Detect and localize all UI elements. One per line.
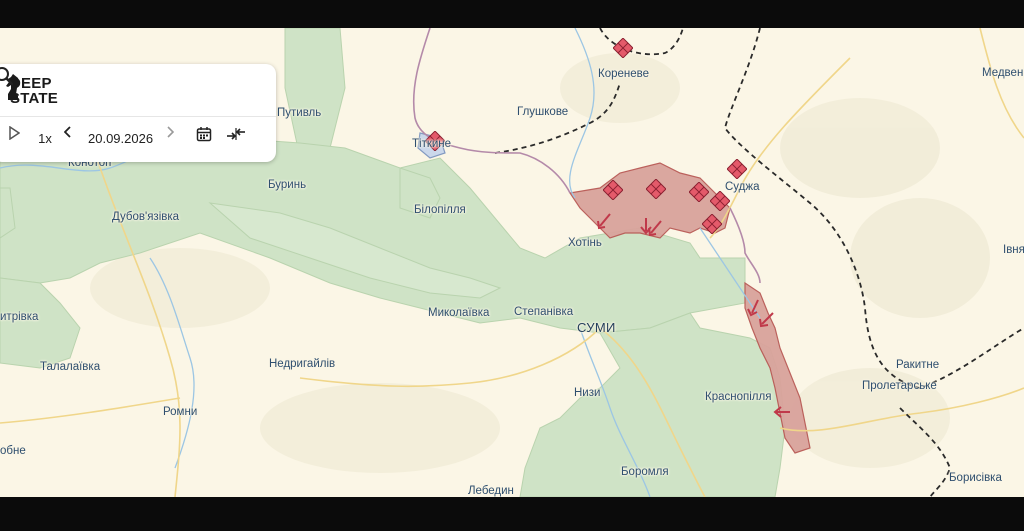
place-label: Низи [574,387,601,399]
attack-zone-icon[interactable] [710,191,730,211]
calendar-icon [196,127,212,142]
place-label: Пролетарське [862,380,937,392]
chevron-left-icon [64,126,71,138]
attack-arrow-icon [773,406,790,418]
place-label: Недригайлів [269,358,336,370]
compare-dates-button[interactable] [226,126,250,150]
attack-zone-icon[interactable] [727,159,747,179]
place-label: Борисівка [949,472,1002,484]
letterbox-bottom [0,497,1024,531]
play-icon [9,126,20,140]
place-label: Степанівка [514,306,574,318]
attack-arrow-icon [648,220,662,237]
current-date: 20.09.2026 [88,130,154,146]
place-label: Суджа [725,181,760,193]
map-control-panel: DEEP STATE 1x 20.09.2026 [0,64,276,162]
attack-zone-icon[interactable] [603,180,623,200]
attack-zone-icon[interactable] [646,179,666,199]
attack-arrow-icon [597,213,611,230]
screenshot-frame: Кореневе Медвен Путивль Глушкове Тіткине… [0,0,1024,531]
play-button[interactable] [8,126,24,150]
city-label: СУМИ [577,320,616,335]
place-label: итрівка [0,311,39,323]
place-label: Краснопілля [705,391,772,403]
timeline-controls: 1x 20.09.2026 [0,126,276,150]
place-label: Лебедин [468,485,514,497]
next-date-button[interactable] [166,126,180,150]
previous-date-button[interactable] [64,126,78,150]
place-label: Тіткине [412,138,452,150]
letterbox-top [0,0,1024,28]
attack-zone-icon[interactable] [702,214,722,234]
place-label: Івня [1003,244,1024,256]
place-label: Ромни [163,406,198,418]
place-label: Кореневе [598,68,650,80]
place-label: Медвен [982,67,1024,79]
search-icon[interactable] [0,64,16,88]
place-label: Боромля [621,466,669,478]
place-label: Талалаївка [40,361,101,373]
place-label: обне [0,445,26,457]
attack-zone-icon[interactable] [613,38,633,58]
panel-divider [0,116,276,117]
place-label: Путивль [277,107,322,119]
compare-arrows-icon [227,128,245,140]
place-label: Білопілля [414,204,466,216]
attack-arrow-icon [759,312,774,328]
place-label: Ракитне [896,359,940,371]
attack-zone-icon[interactable] [689,182,709,202]
place-label: Глушкове [517,106,569,118]
place-label: Дубов'язівка [112,211,180,223]
speed-button[interactable]: 1x [32,126,58,150]
place-label: Миколаївка [428,307,490,319]
calendar-button[interactable] [196,126,216,150]
chevron-right-icon [167,126,174,138]
place-label: Буринь [268,179,307,191]
map-canvas[interactable]: Кореневе Медвен Путивль Глушкове Тіткине… [0,28,1024,497]
place-label: Хотінь [568,237,602,249]
